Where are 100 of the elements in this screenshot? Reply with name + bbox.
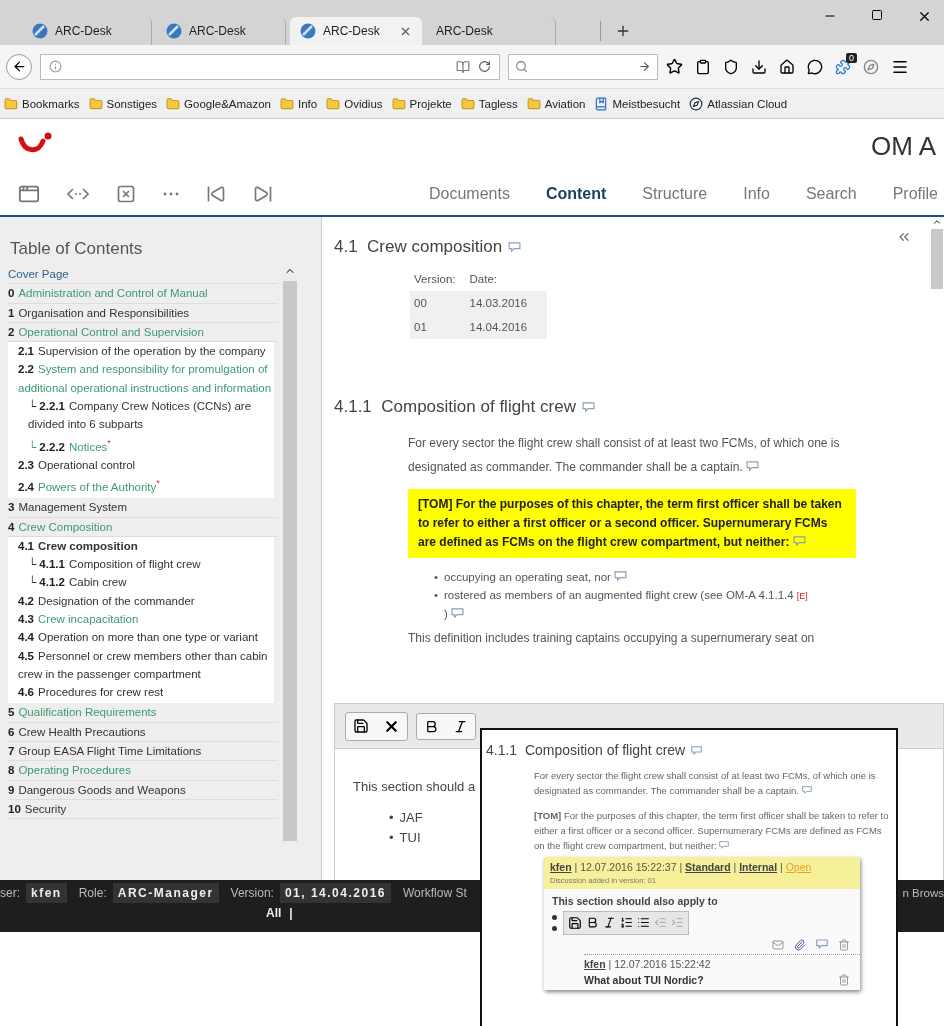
window-icon[interactable] <box>18 183 40 205</box>
toc-link[interactable]: 4.1 Crew composition <box>18 536 274 556</box>
home-icon[interactable] <box>779 58 795 75</box>
comment-icon[interactable] <box>581 402 595 412</box>
plus-icon[interactable] <box>615 23 631 39</box>
toc-link[interactable]: 10 Security <box>8 799 278 820</box>
bookmark-link[interactable]: Atlassian Cloud <box>707 97 788 110</box>
bookmark-link[interactable]: Sonstiges <box>106 97 158 110</box>
numbered-list-icon[interactable] <box>620 916 633 929</box>
save-icon[interactable] <box>353 717 369 734</box>
toc-link[interactable]: 1 Organisation and Responsibilities <box>8 303 278 323</box>
comment-icon[interactable] <box>816 939 828 949</box>
address-field[interactable] <box>40 53 500 80</box>
comment-icon[interactable] <box>451 608 465 618</box>
toc-link[interactable]: └ 4.1.2 Cabin crew <box>18 573 274 592</box>
filter-value[interactable]: All <box>266 906 282 920</box>
comment-icon[interactable] <box>792 536 806 546</box>
toc-link[interactable]: 4.3 Crew incapacitation <box>18 610 274 629</box>
bookmark-link[interactable]: Meistbesucht <box>612 97 681 110</box>
first-icon[interactable] <box>206 184 226 204</box>
list-item: TUI <box>399 829 421 847</box>
bookmark-link[interactable]: Aviation <box>544 97 586 110</box>
toc-link[interactable]: 6 Crew Health Precautions <box>8 722 278 743</box>
toc-link[interactable]: 9 Dangerous Goods and Weapons <box>8 780 278 800</box>
download-icon[interactable] <box>751 58 767 75</box>
toc-link[interactable]: 2.1 Supervision of the operation by the company <box>18 342 274 361</box>
toc-link[interactable]: 4 Crew Composition <box>8 517 278 537</box>
list-item: occupying an operating seat, nor <box>444 568 628 586</box>
toc-link[interactable]: 4.5 Personnel or crew members other than cabin crew in the passenger compartment <box>18 646 274 684</box>
status-link[interactable]: Internal <box>739 861 778 873</box>
reader-icon[interactable] <box>456 59 470 74</box>
back-icon[interactable] <box>11 59 27 74</box>
italic-icon[interactable] <box>453 718 468 734</box>
toc-link[interactable]: 7 Group EASA Flight Time Limitations <box>8 742 278 762</box>
toc-link[interactable]: └ 2.2.1 Company Crew Notices (CCNs) are divided into 6 subparts <box>18 397 274 434</box>
toc-link[interactable]: 2.4 Powers of the Authority$^{*}$ <box>18 474 274 497</box>
status-label: Version: <box>230 886 274 900</box>
shield-icon[interactable] <box>723 58 739 75</box>
scrollbar-thumb[interactable] <box>931 229 943 289</box>
toc-link[interactable]: Cover Page <box>8 265 278 285</box>
status-link[interactable]: Standard <box>685 861 731 873</box>
nav-tab[interactable]: Structure <box>642 185 708 203</box>
last-icon[interactable] <box>253 184 273 204</box>
clipboard-icon[interactable] <box>695 58 711 75</box>
bookmark-link[interactable]: Info <box>298 97 318 110</box>
browser-tab[interactable]: ARC-Desk <box>290 17 422 45</box>
nav-tab[interactable]: Documents <box>428 185 510 203</box>
reply-meta: kfen | 12.07.2016 15:22:42 <box>584 958 712 970</box>
comment-icon[interactable] <box>614 571 628 581</box>
bold-icon[interactable] <box>586 916 599 929</box>
bookmark-link[interactable]: Tagless <box>478 97 518 110</box>
timestamp: | 12.07.2016 15:22:37 | <box>574 861 683 873</box>
bookmark-link[interactable]: Google&Amazon <box>184 97 271 110</box>
toc-link[interactable]: 4.2 Designation of the commander <box>18 591 274 610</box>
close-icon[interactable] <box>917 9 932 24</box>
bookmark-link[interactable]: Projekte <box>409 97 452 110</box>
toc-link[interactable]: └ 4.1.1 Composition of flight crew <box>18 555 274 574</box>
toc-link[interactable]: 2.2 System and responsibility for promulgation of additional operational instructions and information <box>18 360 274 398</box>
nav-tab[interactable]: Info <box>743 185 770 203</box>
scrollbar-thumb[interactable] <box>283 281 297 841</box>
bullet-list-icon[interactable] <box>637 916 650 929</box>
toc-link[interactable]: 8 Operating Procedures <box>8 761 278 781</box>
compass-icon[interactable] <box>863 58 879 75</box>
reload-icon[interactable] <box>478 60 491 73</box>
nav-tab[interactable]: Profile <box>892 185 938 203</box>
search-field[interactable] <box>508 53 658 80</box>
document-title: OM A <box>871 130 936 162</box>
arrow-icon[interactable] <box>638 60 651 73</box>
scroll-up-icon[interactable] <box>932 217 942 227</box>
toc-link[interactable]: 5 Qualification Requirements <box>8 703 278 723</box>
author-link[interactable]: kfen <box>550 861 572 873</box>
status-label: ser: <box>0 886 20 900</box>
toc-link[interactable]: 3 Management System <box>8 498 278 518</box>
code-icon[interactable] <box>67 187 89 201</box>
maximize-icon[interactable] <box>871 9 883 21</box>
nav-tab[interactable]: Search <box>805 185 857 203</box>
toc-link[interactable]: 4.4 Operation on more than one type or variant <box>18 628 274 647</box>
bookmark-link[interactable]: Ovidius <box>344 97 383 110</box>
trash-icon[interactable] <box>838 939 850 951</box>
italic-icon[interactable] <box>603 916 616 929</box>
folder-icon <box>460 96 475 111</box>
toc-link[interactable]: 2.3 Operational control <box>18 455 274 475</box>
puzzle-icon[interactable] <box>835 58 851 75</box>
trash-icon[interactable] <box>838 974 850 986</box>
save-icon[interactable] <box>568 916 582 930</box>
bookmark-link[interactable]: Bookmarks <box>22 97 80 110</box>
toc-link[interactable]: 0 Administration and Control of Manual <box>8 284 278 304</box>
chat-icon[interactable] <box>807 58 823 75</box>
comment-icon[interactable] <box>746 461 759 471</box>
toc-link[interactable]: └ 2.2.2 Notices$^{*}$ <box>18 433 274 456</box>
more-icon[interactable] <box>163 191 179 197</box>
delete-icon[interactable] <box>116 184 136 204</box>
star-icon[interactable] <box>666 58 683 75</box>
comment-icon[interactable] <box>508 242 522 252</box>
nav-tab[interactable]: Content <box>545 185 607 203</box>
attachment-icon[interactable] <box>794 939 806 951</box>
toc-link[interactable]: 4.6 Procedures for crew rest <box>18 683 274 702</box>
back-button[interactable] <box>6 53 32 80</box>
author-link[interactable]: kfen <box>584 958 606 970</box>
bold-icon[interactable] <box>424 718 439 734</box>
